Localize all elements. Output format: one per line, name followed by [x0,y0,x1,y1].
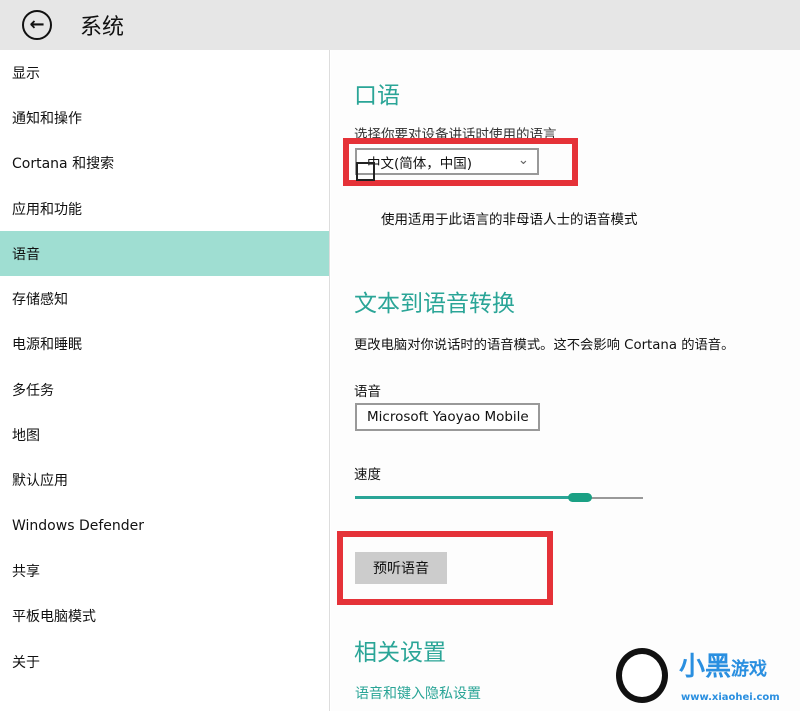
speech-heading: 口语 [354,83,400,109]
watermark-logo: 小黑游戏 www.xiaohei.com [611,640,800,711]
sidebar-item[interactable]: Windows Defender [0,503,329,548]
nonnative-checkbox[interactable] [356,162,375,181]
sidebar-item-label: 地图 [12,428,40,445]
sidebar-item-label: 语音 [12,246,40,263]
sidebar-item-label: 显示 [12,65,40,82]
sidebar-item-label: 电源和睡眠 [12,337,82,354]
sidebar-item-label: 共享 [12,563,40,580]
sidebar-item[interactable]: 电源和睡眠 [0,322,329,367]
language-value: 中文(简体，中国) [367,155,473,172]
voice-value: Microsoft Yaoyao Mobile [367,409,529,425]
sidebar-item-label: Windows Defender [12,517,145,534]
sidebar-item-label: 应用和功能 [12,201,82,218]
speed-label: 速度 [354,467,381,483]
sidebar-item[interactable]: 语音 [0,231,329,277]
chevron-down-icon: ⌄ [517,152,529,168]
preview-voice-button[interactable]: 预听语音 [355,552,447,584]
voice-label: 语音 [354,384,381,400]
sidebar-item[interactable]: 多任务 [0,367,329,412]
speed-slider[interactable] [355,488,643,508]
slider-fill [355,496,580,499]
sidebar-item[interactable]: 关于 [0,639,329,684]
settings-content: 口语 选择你要对设备讲话时使用的语言 中文(简体，中国) ⌄ 使用适用于此语言的… [331,50,800,711]
arrow-left-icon: ← [29,14,45,35]
sidebar-item-label: 关于 [12,654,40,671]
watermark-url: www.xiaohei.com [681,692,780,703]
sidebar-item[interactable]: 显示 [0,50,329,95]
watermark-text: 小黑游戏 [679,652,768,682]
sidebar-item-label: 存储感知 [12,292,68,309]
sidebar-item-label: 多任务 [12,382,54,399]
tts-description: 更改电脑对你说话时的语音模式。这不会影响 Cortana 的语音。 [354,338,735,353]
sidebar-item[interactable]: 应用和功能 [0,186,329,231]
back-button[interactable]: ← [22,10,52,40]
sidebar-item[interactable]: 通知和操作 [0,95,329,140]
title-bar: ← 系统 [0,0,800,50]
sidebar-item-label: Cortana 和搜索 [12,156,115,173]
nonnative-label: 使用适用于此语言的非母语人士的语音模式 [381,212,638,228]
sidebar-item[interactable]: Cortana 和搜索 [0,141,329,186]
slider-thumb[interactable] [567,493,592,502]
sidebar: 显示通知和操作 Cortana 和搜索 应用和功能语音存储感知电源和睡眠多任务地图默… [0,50,330,711]
tts-heading: 文本到语音转换 [354,291,515,317]
related-heading: 相关设置 [354,640,446,666]
sidebar-item[interactable]: 存储感知 [0,276,329,321]
sidebar-item-label: 通知和操作 [12,110,82,127]
sidebar-item[interactable]: 平板电脑模式 [0,594,329,639]
privacy-settings-link[interactable]: 语音和键入隐私设置 [355,683,481,703]
panda-icon [616,648,668,703]
language-dropdown[interactable]: 中文(简体，中国) ⌄ [355,148,539,175]
sidebar-item-label: 默认应用 [12,473,68,490]
sidebar-item[interactable]: 默认应用 [0,458,329,503]
sidebar-item[interactable]: 地图 [0,412,329,457]
page-title: 系统 [80,15,125,40]
voice-dropdown[interactable]: Microsoft Yaoyao Mobile [355,403,540,431]
sidebar-item-label: 平板电脑模式 [12,609,96,626]
sidebar-item[interactable]: 共享 [0,548,329,593]
